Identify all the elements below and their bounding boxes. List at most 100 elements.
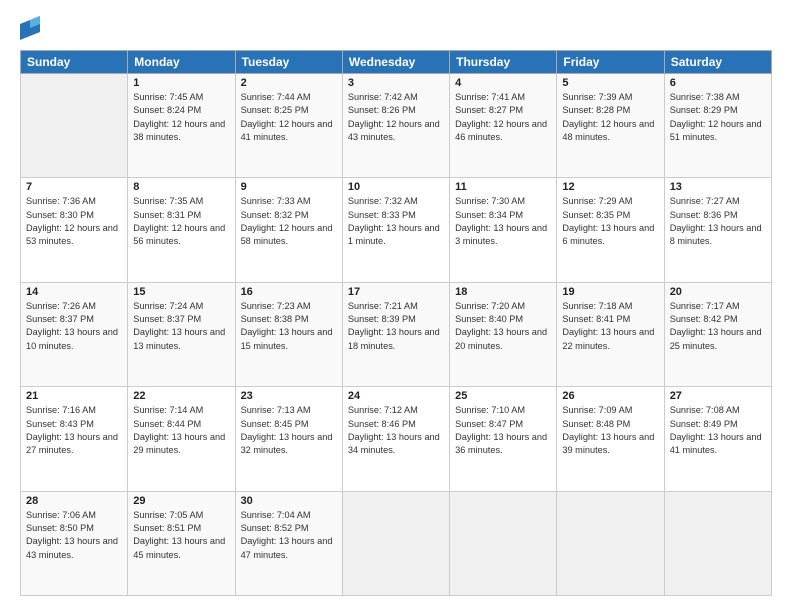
calendar-cell: 27Sunrise: 7:08 AMSunset: 8:49 PMDayligh…	[664, 387, 771, 491]
day-number: 26	[562, 390, 658, 402]
calendar-cell: 10 Sunrise: 7:32 AMSunset: 8:33 PMDayligh…	[342, 178, 449, 282]
calendar-cell: 20 Sunrise: 7:17 AMSunset: 8:42 PMDayligh…	[664, 282, 771, 386]
page: SundayMondayTuesdayWednesdayThursdayFrid…	[0, 0, 792, 612]
calendar-cell: 19Sunrise: 7:18 AMSunset: 8:41 PMDayligh…	[557, 282, 664, 386]
weekday-header-monday: Monday	[128, 51, 235, 74]
calendar-cell: 25 Sunrise: 7:10 AMSunset: 8:47 PMDayligh…	[450, 387, 557, 491]
day-info: Sunrise: 7:36 AMSunset: 8:30 PMDaylight:…	[26, 195, 122, 248]
day-number: 9	[241, 181, 337, 193]
day-info: Sunrise: 7:39 AMSunset: 8:28 PMDaylight:…	[562, 91, 658, 144]
day-number: 15	[133, 286, 229, 298]
day-info: Sunrise: 7:29 AMSunset: 8:35 PMDaylight:…	[562, 195, 658, 248]
calendar-cell: 12 Sunrise: 7:29 AMSunset: 8:35 PMDayligh…	[557, 178, 664, 282]
calendar-cell: 18 Sunrise: 7:20 AMSunset: 8:40 PMDayligh…	[450, 282, 557, 386]
day-number: 1	[133, 77, 229, 89]
day-info: Sunrise: 7:32 AMSunset: 8:33 PMDaylight:…	[348, 195, 444, 248]
day-info: Sunrise: 7:14 AMSunset: 8:44 PMDaylight:…	[133, 404, 229, 457]
calendar-cell	[557, 491, 664, 595]
day-number: 24	[348, 390, 444, 402]
day-number: 7	[26, 181, 122, 193]
weekday-header-wednesday: Wednesday	[342, 51, 449, 74]
day-number: 17	[348, 286, 444, 298]
day-number: 21	[26, 390, 122, 402]
weekday-header-thursday: Thursday	[450, 51, 557, 74]
day-number: 2	[241, 77, 337, 89]
day-number: 23	[241, 390, 337, 402]
day-info: Sunrise: 7:16 AMSunset: 8:43 PMDaylight:…	[26, 404, 122, 457]
day-number: 4	[455, 77, 551, 89]
day-info: Sunrise: 7:13 AMSunset: 8:45 PMDaylight:…	[241, 404, 337, 457]
calendar-cell: 23 Sunrise: 7:13 AMSunset: 8:45 PMDayligh…	[235, 387, 342, 491]
calendar-cell: 5 Sunrise: 7:39 AMSunset: 8:28 PMDaylight…	[557, 74, 664, 178]
calendar-cell: 6 Sunrise: 7:38 AMSunset: 8:29 PMDaylight…	[664, 74, 771, 178]
calendar-cell	[664, 491, 771, 595]
day-info: Sunrise: 7:17 AMSunset: 8:42 PMDaylight:…	[670, 300, 766, 353]
day-number: 5	[562, 77, 658, 89]
day-number: 27	[670, 390, 766, 402]
day-info: Sunrise: 7:26 AMSunset: 8:37 PMDaylight:…	[26, 300, 122, 353]
calendar-cell: 7 Sunrise: 7:36 AMSunset: 8:30 PMDaylight…	[21, 178, 128, 282]
day-info: Sunrise: 7:45 AMSunset: 8:24 PMDaylight:…	[133, 91, 229, 144]
calendar-cell	[450, 491, 557, 595]
calendar-cell: 16 Sunrise: 7:23 AMSunset: 8:38 PMDayligh…	[235, 282, 342, 386]
logo	[20, 16, 44, 40]
calendar-cell: 26 Sunrise: 7:09 AMSunset: 8:48 PMDayligh…	[557, 387, 664, 491]
day-info: Sunrise: 7:38 AMSunset: 8:29 PMDaylight:…	[670, 91, 766, 144]
calendar-cell	[21, 74, 128, 178]
day-number: 29	[133, 495, 229, 507]
day-info: Sunrise: 7:12 AMSunset: 8:46 PMDaylight:…	[348, 404, 444, 457]
calendar-cell: 11Sunrise: 7:30 AMSunset: 8:34 PMDayligh…	[450, 178, 557, 282]
calendar-cell: 9 Sunrise: 7:33 AMSunset: 8:32 PMDaylight…	[235, 178, 342, 282]
header	[20, 16, 772, 40]
calendar-cell: 30 Sunrise: 7:04 AMSunset: 8:52 PMDayligh…	[235, 491, 342, 595]
day-number: 30	[241, 495, 337, 507]
calendar-cell: 8 Sunrise: 7:35 AMSunset: 8:31 PMDaylight…	[128, 178, 235, 282]
day-info: Sunrise: 7:44 AMSunset: 8:25 PMDaylight:…	[241, 91, 337, 144]
day-number: 11	[455, 181, 551, 193]
day-number: 16	[241, 286, 337, 298]
day-info: Sunrise: 7:42 AMSunset: 8:26 PMDaylight:…	[348, 91, 444, 144]
calendar-cell: 29Sunrise: 7:05 AMSunset: 8:51 PMDayligh…	[128, 491, 235, 595]
day-number: 18	[455, 286, 551, 298]
calendar-cell: 22 Sunrise: 7:14 AMSunset: 8:44 PMDayligh…	[128, 387, 235, 491]
day-number: 12	[562, 181, 658, 193]
calendar-cell	[342, 491, 449, 595]
calendar-cell: 14 Sunrise: 7:26 AMSunset: 8:37 PMDayligh…	[21, 282, 128, 386]
weekday-header-sunday: Sunday	[21, 51, 128, 74]
logo-icon	[20, 16, 40, 40]
day-number: 19	[562, 286, 658, 298]
day-number: 14	[26, 286, 122, 298]
weekday-header-friday: Friday	[557, 51, 664, 74]
day-info: Sunrise: 7:27 AMSunset: 8:36 PMDaylight:…	[670, 195, 766, 248]
day-info: Sunrise: 7:24 AMSunset: 8:37 PMDaylight:…	[133, 300, 229, 353]
day-info: Sunrise: 7:06 AMSunset: 8:50 PMDaylight:…	[26, 509, 122, 562]
calendar-cell: 28 Sunrise: 7:06 AMSunset: 8:50 PMDayligh…	[21, 491, 128, 595]
day-number: 28	[26, 495, 122, 507]
calendar-cell: 1 Sunrise: 7:45 AMSunset: 8:24 PMDaylight…	[128, 74, 235, 178]
calendar-cell: 24 Sunrise: 7:12 AMSunset: 8:46 PMDayligh…	[342, 387, 449, 491]
day-number: 22	[133, 390, 229, 402]
weekday-header-tuesday: Tuesday	[235, 51, 342, 74]
calendar-cell: 4 Sunrise: 7:41 AMSunset: 8:27 PMDaylight…	[450, 74, 557, 178]
day-info: Sunrise: 7:21 AMSunset: 8:39 PMDaylight:…	[348, 300, 444, 353]
calendar-cell: 13Sunrise: 7:27 AMSunset: 8:36 PMDayligh…	[664, 178, 771, 282]
day-number: 20	[670, 286, 766, 298]
day-info: Sunrise: 7:41 AMSunset: 8:27 PMDaylight:…	[455, 91, 551, 144]
day-info: Sunrise: 7:35 AMSunset: 8:31 PMDaylight:…	[133, 195, 229, 248]
day-info: Sunrise: 7:23 AMSunset: 8:38 PMDaylight:…	[241, 300, 337, 353]
day-info: Sunrise: 7:04 AMSunset: 8:52 PMDaylight:…	[241, 509, 337, 562]
weekday-header-saturday: Saturday	[664, 51, 771, 74]
day-number: 25	[455, 390, 551, 402]
day-number: 6	[670, 77, 766, 89]
day-number: 10	[348, 181, 444, 193]
calendar-cell: 17 Sunrise: 7:21 AMSunset: 8:39 PMDayligh…	[342, 282, 449, 386]
day-info: Sunrise: 7:10 AMSunset: 8:47 PMDaylight:…	[455, 404, 551, 457]
day-info: Sunrise: 7:20 AMSunset: 8:40 PMDaylight:…	[455, 300, 551, 353]
day-info: Sunrise: 7:09 AMSunset: 8:48 PMDaylight:…	[562, 404, 658, 457]
calendar-cell: 15 Sunrise: 7:24 AMSunset: 8:37 PMDayligh…	[128, 282, 235, 386]
calendar-table: SundayMondayTuesdayWednesdayThursdayFrid…	[20, 50, 772, 596]
day-number: 8	[133, 181, 229, 193]
day-number: 3	[348, 77, 444, 89]
calendar-cell: 21 Sunrise: 7:16 AMSunset: 8:43 PMDayligh…	[21, 387, 128, 491]
day-info: Sunrise: 7:33 AMSunset: 8:32 PMDaylight:…	[241, 195, 337, 248]
